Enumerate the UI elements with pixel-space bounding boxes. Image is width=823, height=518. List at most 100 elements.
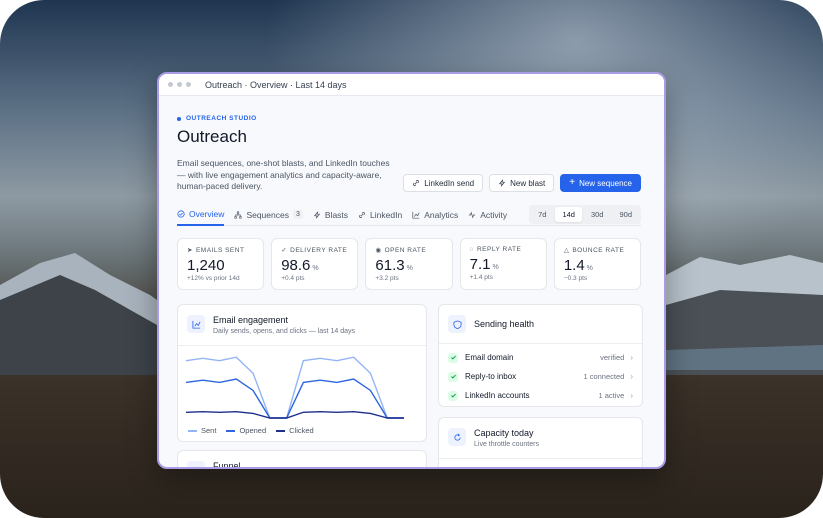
chart-legend: Sent Opened Clicked (188, 426, 314, 435)
range-option-30d[interactable]: 30d (584, 207, 611, 222)
tab-analytics[interactable]: Analytics (412, 204, 458, 226)
legend-item-sent: Sent (188, 426, 216, 435)
eyebrow-dot-icon (177, 116, 181, 121)
chevron-right-icon: › (630, 353, 633, 362)
link-icon (359, 211, 365, 218)
kpi-card-emails-sent: ➤ EMAILS SENT 1,240 +12% vs prior 14d (177, 238, 265, 290)
tab-sequences[interactable]: Sequences 3 (234, 204, 303, 226)
page-description: Email sequences, one-shot blasts, and Li… (177, 158, 390, 191)
kpi-unit: % (492, 264, 499, 271)
range-option-7d[interactable]: 7d (531, 207, 553, 222)
kpi-card-delivery-rate: ✓ DELIVERY RATE 98.6% +0.4 pts (271, 238, 359, 290)
new-sequence-label: New sequence (579, 178, 632, 188)
health-row-label: Email domain (465, 353, 514, 362)
tab-blasts-label: Blasts (324, 209, 349, 220)
sitemap-icon (234, 210, 242, 219)
health-row-linkedin[interactable]: LinkedIn accounts 1 active › (439, 386, 642, 405)
kpi-card-open-rate: ◉ OPEN RATE 61.3% +3.2 pts (365, 238, 453, 290)
new-blast-button[interactable]: New blast (489, 174, 555, 192)
kpi-value: 61.3 (375, 257, 405, 274)
tab-analytics-label: Analytics (424, 209, 459, 220)
warning-icon: △ (563, 247, 570, 254)
eye-icon: ◉ (375, 247, 382, 254)
kpi-delta: +12% vs prior 14d (187, 275, 240, 282)
chevron-right-icon: › (630, 372, 633, 381)
legend-item-clicked: Clicked (276, 426, 314, 435)
chat-icon: ◌ (469, 246, 474, 253)
chart-icon (412, 211, 420, 219)
funnel-icon (187, 461, 205, 467)
page-title: Outreach (177, 127, 247, 146)
shield-icon (448, 315, 466, 333)
tab-overview[interactable]: Overview (177, 204, 225, 226)
check-icon: ✓ (281, 247, 288, 254)
bolt-icon (313, 211, 321, 218)
date-range-selector: 7d 14d 30d 90d (529, 205, 641, 224)
kpi-delta: +1.4 pts (469, 274, 493, 281)
kpi-unit: % (586, 265, 593, 272)
check-icon (448, 352, 458, 363)
kpi-delta: +3.2 pts (375, 275, 399, 282)
kpi-row: ➤ EMAILS SENT 1,240 +12% vs prior 14d ✓ DE… (177, 238, 642, 290)
tab-linkedin[interactable]: LinkedIn (358, 204, 402, 226)
range-option-14d[interactable]: 14d (555, 207, 582, 222)
tab-overview-label: Overview (189, 208, 225, 219)
tab-blasts[interactable]: Blasts (313, 204, 348, 226)
bolt-icon (498, 179, 506, 187)
title-bar: Outreach · Overview · Last 14 days (159, 74, 664, 96)
window-dot-maximize[interactable] (186, 82, 191, 87)
app-window: Outreach · Overview · Last 14 days OUTRE… (157, 72, 666, 469)
window-dot-minimize[interactable] (177, 82, 182, 87)
tab-linkedin-label: LinkedIn (370, 209, 403, 220)
funnel-title: Funnel (213, 461, 241, 469)
kpi-value: 1.4 (563, 257, 585, 274)
tab-bar: Overview Sequences 3 Blasts LinkedIn Ana… (177, 204, 641, 226)
linkedin-send-button[interactable]: LinkedIn send (403, 174, 484, 192)
funnel-card: Funnel (177, 450, 427, 469)
check-icon (448, 390, 458, 401)
pulse-icon (469, 210, 476, 219)
tab-activity-label: Activity (480, 209, 508, 220)
eyebrow-label: OUTREACH STUDIO (186, 115, 257, 122)
plus-icon: + (569, 177, 576, 188)
legend-item-opened: Opened (226, 426, 266, 435)
kpi-delta: −0.3 pts (563, 275, 588, 282)
kpi-card-bounce-rate: △ BOUNCE RATE 1.4% −0.3 pts (553, 238, 642, 290)
kpi-unit: % (406, 265, 413, 272)
tab-activity[interactable]: Activity (468, 204, 507, 226)
email-engagement-card: Email engagement Daily sends, opens, and… (177, 304, 427, 442)
sequences-count-badge: 3 (292, 210, 303, 219)
window-dot-close[interactable] (168, 82, 173, 87)
health-row-email-domain[interactable]: Email domain verified › (439, 348, 642, 367)
engagement-subtitle: Daily sends, opens, and clicks — last 14… (213, 328, 356, 335)
kpi-unit: % (312, 265, 319, 272)
new-sequence-button[interactable]: + New sequence (560, 174, 641, 192)
link-icon (413, 180, 420, 186)
window-title: Outreach · Overview · Last 14 days (205, 79, 347, 90)
kpi-value: 98.6 (281, 257, 311, 274)
eyebrow: OUTREACH STUDIO (177, 115, 646, 122)
linkedin-send-label: LinkedIn send (424, 178, 475, 188)
header-actions: LinkedIn send New blast + New sequence (403, 174, 641, 192)
health-row-status: 1 connected (583, 372, 625, 381)
series-line-clicked (185, 410, 404, 419)
capacity-subtitle: Live throttle counters (474, 441, 539, 448)
sending-health-card: Sending health Email domain verified › R… (438, 304, 643, 407)
kpi-value: 7.1 (469, 256, 491, 273)
engagement-line-chart (185, 356, 404, 419)
health-row-reply-to[interactable]: Reply-to inbox 1 connected › (439, 367, 642, 386)
series-line-sent (185, 356, 404, 419)
health-row-status: 1 active (598, 391, 625, 400)
kpi-label: DELIVERY RATE (290, 246, 348, 254)
check-icon (448, 371, 458, 382)
range-option-90d[interactable]: 90d (612, 207, 639, 222)
kpi-label: REPLY RATE (476, 246, 522, 253)
send-icon: ➤ (187, 247, 193, 254)
chart-icon (187, 315, 205, 333)
capacity-card: Capacity today Live throttle counters (438, 417, 643, 467)
new-blast-label: New blast (510, 178, 546, 188)
kpi-label: BOUNCE RATE (572, 246, 625, 254)
health-row-label: Reply-to inbox (465, 372, 517, 381)
kpi-value: 1,240 (187, 257, 225, 274)
check-circle-icon (177, 209, 185, 218)
